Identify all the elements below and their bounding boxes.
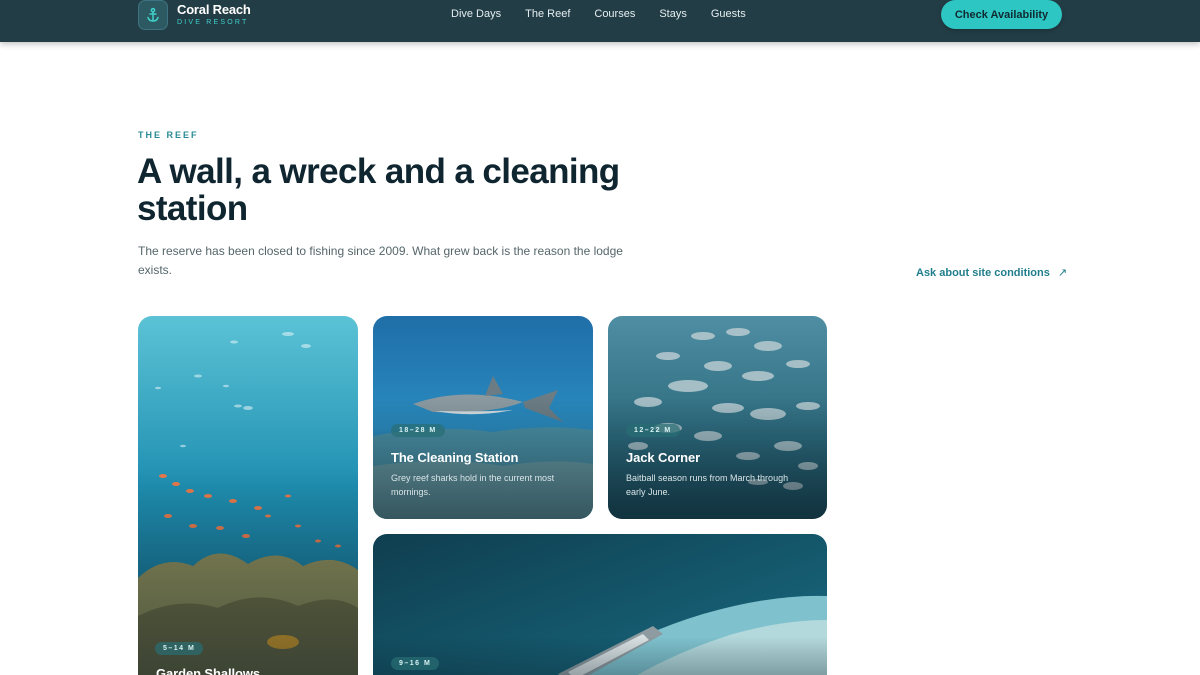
depth-badge: 12–22 M: [626, 424, 680, 437]
dive-site-card-garden[interactable]: 5–14 M Garden Shallows: [138, 316, 358, 675]
site-conditions-link[interactable]: Ask about site conditions ↗: [916, 266, 1068, 280]
nav-link-the-reef[interactable]: The Reef: [525, 8, 570, 20]
card-description: Baitball season runs from March through …: [626, 473, 789, 497]
card-title: Jack Corner: [626, 450, 701, 465]
card-title: Garden Shallows: [156, 666, 260, 675]
arrow-up-right-icon: ↗: [1057, 267, 1068, 279]
nav-links: Dive Days The Reef Courses Stays Guests: [451, 8, 770, 20]
top-nav: Coral Reach DIVE RESORT Dive Days The Re…: [0, 0, 1200, 42]
card-description: Grey reef sharks hold in the current mos…: [391, 473, 555, 497]
nav-link-courses[interactable]: Courses: [594, 8, 635, 20]
nav-link-dive-days[interactable]: Dive Days: [451, 8, 501, 20]
page-title: A wall, a wreck and a cleaning station: [137, 152, 620, 228]
dive-site-card-wreck[interactable]: 9–16 M: [373, 534, 827, 675]
card-title: The Cleaning Station: [391, 450, 519, 465]
section-lede: The reserve has been closed to fishing s…: [138, 244, 623, 277]
dive-site-card-jack-corner[interactable]: 12–22 M Jack Corner Baitball season runs…: [608, 316, 827, 519]
nav-link-guests[interactable]: Guests: [711, 8, 746, 20]
depth-badge: 18–28 M: [391, 424, 445, 437]
anchor-icon: [138, 0, 168, 30]
depth-badge: 5–14 M: [155, 642, 204, 655]
dive-site-card-cleaning-station[interactable]: 18–28 M The Cleaning Station Grey reef s…: [373, 316, 593, 519]
section-eyebrow: THE REEF: [138, 130, 199, 140]
site-conditions-label: Ask about site conditions: [916, 266, 1050, 279]
depth-badge: 9–16 M: [391, 657, 440, 670]
brand-name: Coral Reach: [177, 1, 251, 17]
check-availability-button[interactable]: Check Availability: [941, 0, 1062, 29]
brand-tagline: DIVE RESORT: [177, 18, 249, 26]
brand-logo[interactable]: Coral Reach DIVE RESORT: [138, 0, 251, 30]
nav-link-stays[interactable]: Stays: [659, 8, 687, 20]
